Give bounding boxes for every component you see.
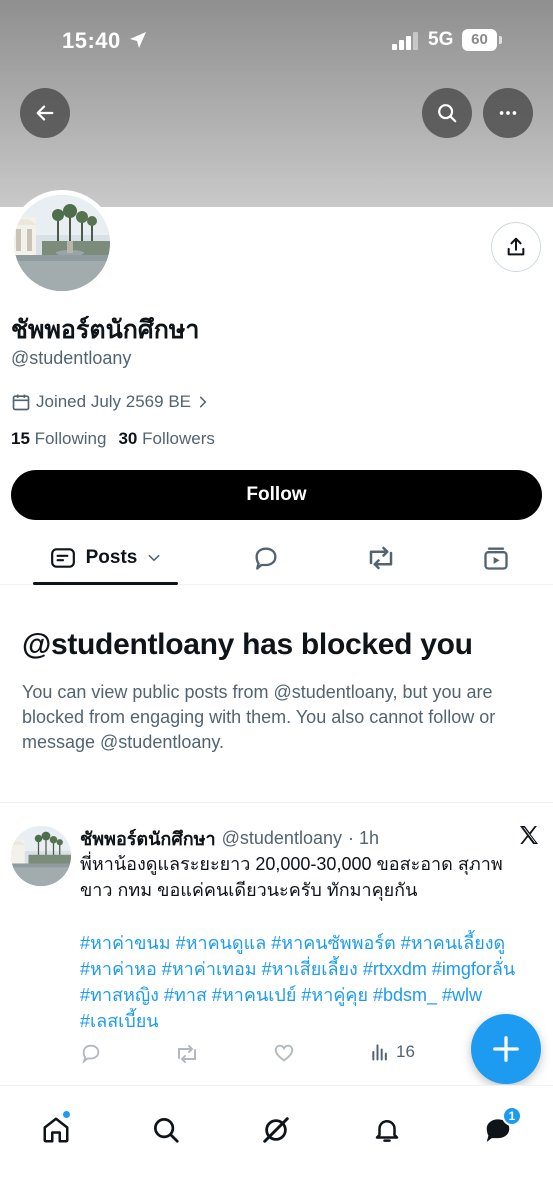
replies-icon — [255, 547, 277, 570]
tweet-time: · 1h — [347, 828, 380, 848]
search-icon — [154, 1118, 179, 1143]
unread-dot — [62, 1110, 71, 1119]
divider — [0, 802, 553, 803]
profile-display-name: ชัพพอร์ตนักศึกษา — [11, 316, 200, 344]
reposts-icon — [369, 546, 393, 569]
follow-button[interactable]: Follow — [11, 470, 542, 520]
profile-avatar[interactable] — [9, 190, 115, 296]
blocked-title: @studentloany has blocked you — [22, 628, 473, 661]
following-link[interactable]: 15 Following — [11, 429, 106, 449]
tweet-hashtags[interactable]: #หาค่าขนม #หาคนดูแล #หาคนซัพพอร์ต #หาคนเ… — [80, 930, 520, 1034]
tweet-header: ชัพพอร์ตนักศึกษา @studentloany · 1h — [80, 824, 379, 853]
nav-home[interactable] — [36, 1110, 76, 1150]
status-bar: 15:40 5G 60 — [0, 0, 553, 80]
following-label: Following — [34, 429, 107, 448]
chevron-right-icon — [199, 396, 207, 408]
followers-label: Followers — [142, 429, 215, 448]
network-type: 5G — [428, 29, 454, 50]
blocked-description: You can view public posts from @studentl… — [22, 682, 496, 752]
repost-icon — [178, 1045, 196, 1063]
grok-icon — [263, 1117, 289, 1143]
back-button[interactable] — [20, 88, 70, 138]
bell-icon — [375, 1120, 399, 1142]
home-icon — [43, 1117, 69, 1143]
share-icon — [507, 237, 525, 256]
calendar-icon — [12, 394, 30, 411]
tweet-author-name[interactable]: ชัพพอร์ตนักศึกษา — [80, 824, 216, 853]
profile-tabs: Posts — [0, 530, 553, 585]
battery-icon: 60 — [462, 29, 502, 51]
tab-reposts[interactable] — [355, 530, 407, 585]
nav-notifications[interactable] — [367, 1110, 407, 1150]
more-options-button[interactable] — [483, 88, 533, 138]
battery-level: 60 — [462, 29, 497, 51]
views-chart-icon — [372, 1044, 387, 1061]
followers-count: 30 — [118, 429, 138, 448]
views-count-button[interactable]: 16 — [370, 1042, 415, 1062]
tweet-author-handle[interactable]: @studentloany — [222, 828, 342, 849]
views-count: 16 — [396, 1042, 415, 1061]
more-horizontal-icon — [499, 111, 517, 115]
search-button[interactable] — [422, 88, 472, 138]
signal-icon — [392, 32, 420, 55]
plus-icon — [493, 1036, 519, 1062]
status-time: 15:40 — [62, 28, 121, 53]
messages-badge: 1 — [502, 1106, 522, 1126]
like-button — [273, 1042, 295, 1064]
share-profile-button[interactable] — [491, 222, 541, 272]
chevron-down-icon — [148, 554, 160, 561]
followers-link[interactable]: 30 Followers — [118, 429, 214, 449]
x-logo-icon — [517, 823, 541, 852]
tab-replies[interactable] — [240, 530, 292, 585]
reply-button — [80, 1042, 102, 1064]
tweet-text: พี่หาน้องดูแลระยะยาว 20,000-30,000 ขอสะอ… — [80, 854, 503, 900]
compose-post-button[interactable] — [471, 1014, 541, 1084]
heart-icon — [274, 1044, 294, 1062]
active-tab-indicator — [33, 582, 178, 585]
search-icon — [438, 104, 457, 123]
arrow-left-icon — [36, 105, 54, 121]
reply-icon — [82, 1044, 100, 1064]
bottom-navigation: 1 — [0, 1085, 553, 1200]
nav-explore[interactable] — [146, 1110, 186, 1150]
location-arrow-icon — [128, 30, 148, 55]
nav-grok[interactable] — [256, 1110, 296, 1150]
tweet-avatar[interactable] — [11, 826, 71, 886]
joined-date: Joined July 2569 BE — [36, 392, 191, 411]
avatar-image — [14, 195, 110, 291]
tab-posts[interactable]: Posts — [33, 530, 178, 585]
following-count: 15 — [11, 429, 30, 448]
tab-media[interactable] — [470, 530, 522, 585]
follow-stats: 15 Following 30 Followers — [11, 429, 215, 449]
repost-button — [175, 1042, 199, 1066]
tab-posts-label: Posts — [85, 546, 138, 568]
joined-date-row[interactable]: Joined July 2569 BE — [11, 392, 210, 412]
nav-messages[interactable]: 1 — [478, 1106, 522, 1150]
media-icon — [484, 547, 508, 570]
posts-icon — [50, 547, 75, 568]
profile-handle: @studentloany — [11, 348, 132, 368]
avatar-image — [11, 826, 71, 886]
